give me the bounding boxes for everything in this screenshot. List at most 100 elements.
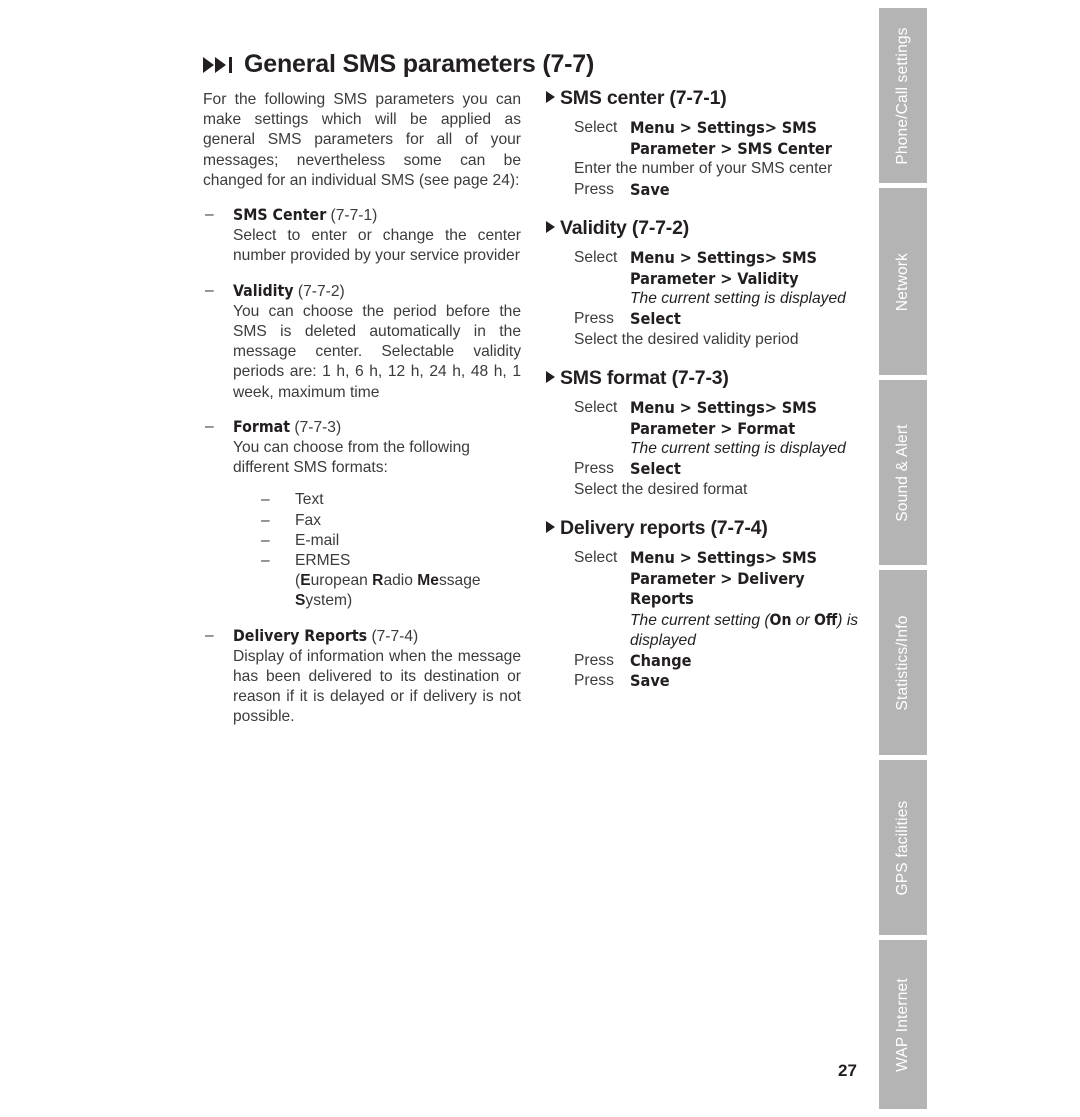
ermes-expansion: (European Radio Message System): [261, 571, 521, 611]
step-verb: Press: [574, 310, 614, 328]
plain-text: ssage: [438, 572, 481, 590]
parameter-ref: (7-7-4): [367, 627, 419, 645]
instruction-step: Select Menu > Settings> SMS Parameter > V…: [574, 248, 862, 289]
chapter-tab-label: Sound & Alert: [894, 423, 911, 522]
softkey-label: Change: [630, 651, 692, 671]
format-option-list: – Text – Fax – E-mail – ERMES (European Radio Me…: [233, 490, 521, 611]
format-option-label: Fax: [295, 511, 321, 529]
chapter-tab-wap-internet[interactable]: WAP Internet: [879, 940, 927, 1109]
section-heading: SMS format (7-7-3): [546, 368, 862, 388]
chapter-tab-gps-facilities[interactable]: GPS facilities: [879, 760, 927, 935]
instruction-step: Select Menu > Settings> SMS Parameter > D…: [574, 548, 862, 610]
section-sms-center-7-7-1: SMS center (7-7-1) Select Menu > Settings>…: [546, 88, 862, 200]
instruction-step: Press Change: [574, 651, 862, 671]
emphasis-text: On: [769, 610, 792, 629]
step-verb: Select: [574, 549, 618, 566]
chapter-tab-phone-call-settings[interactable]: Phone/Call settings: [879, 8, 927, 183]
chapter-tab-network[interactable]: Network: [879, 188, 927, 375]
plain-text: or: [791, 611, 814, 629]
list-dash: –: [205, 281, 214, 299]
step-verb: Press: [574, 460, 614, 478]
step-verb: Select: [574, 399, 618, 416]
softkey-label: Save: [630, 179, 670, 199]
right-triangle-icon: [546, 220, 555, 233]
chapter-tab-label: GPS facilities: [894, 800, 911, 895]
instruction-step: Select Menu > Settings> SMS Parameter > S…: [574, 118, 862, 159]
parameter-name: Delivery Reports: [233, 625, 368, 645]
parameter-item-validity: – Validity (7-7-2) You can choose the peri…: [203, 281, 521, 403]
menu-path: Menu > Settings> SMS Parameter > Format: [630, 398, 817, 438]
parameter-heading: SMS Center (7-7-1): [233, 205, 521, 226]
right-triangle-icon: [546, 91, 555, 103]
instruction-step: Select Menu > Settings> SMS Parameter > F…: [574, 398, 862, 439]
chapter-tab-label: Phone/Call settings: [894, 26, 911, 165]
chapter-tab-label: Statistics/Info: [894, 614, 911, 711]
section-heading: Delivery reports (7-7-4): [546, 518, 862, 538]
step-verb: Press: [574, 672, 614, 690]
plain-text: The current setting (: [630, 611, 770, 629]
instruction-step: Press Select: [574, 309, 862, 329]
list-dash: –: [261, 491, 270, 509]
double-right-arrow-icon: [203, 57, 232, 73]
section-title: Delivery reports (7-7-4): [560, 516, 768, 539]
parameter-heading: Delivery Reports (7-7-4): [233, 626, 521, 647]
parameter-heading: Format (7-7-3): [233, 417, 521, 438]
page-content: General SMS parameters (7-7) For the fol…: [0, 0, 879, 1117]
emphasis-text: E: [300, 572, 311, 590]
instruction-step: Press Save: [574, 671, 862, 691]
list-dash: –: [261, 531, 270, 549]
list-dash: –: [205, 626, 214, 644]
parameter-heading: Validity (7-7-2): [233, 281, 521, 302]
list-dash: –: [205, 206, 214, 224]
section-validity-7-7-2: Validity (7-7-2) Select Menu > Settings> S…: [546, 218, 862, 350]
chapter-tab-statistics-info[interactable]: Statistics/Info: [879, 570, 927, 755]
parameter-item-format: – Format (7-7-3) You can choose from the f…: [203, 417, 521, 612]
format-option-ermes: – ERMES: [261, 551, 521, 571]
parameter-description: You can choose the period before the SMS…: [233, 302, 521, 401]
section-sms-format-7-7-3: SMS format (7-7-3) Select Menu > Settings>…: [546, 368, 862, 500]
page-number: 27: [838, 1061, 857, 1080]
step-verb: Select: [574, 249, 618, 266]
format-option-label: ERMES: [295, 552, 351, 570]
instruction-step: Press Select: [574, 459, 862, 479]
parameter-list: – SMS Center (7-7-1) Select to enter or ch…: [203, 205, 521, 728]
instruction-text: Enter the number of your SMS center: [574, 160, 833, 178]
parameter-description: You can choose from the following differ…: [233, 439, 470, 477]
softkey-label: Select: [630, 309, 681, 329]
section-title: SMS center (7-7-1): [560, 87, 727, 109]
plain-text: uropean: [310, 572, 373, 590]
chapter-tab-label: WAP Internet: [894, 977, 911, 1072]
section-delivery-reports-7-7-4: Delivery reports (7-7-4) Select Menu > Set…: [546, 518, 862, 692]
status-note: The current setting is displayed: [630, 290, 846, 308]
step-verb: Press: [574, 652, 614, 670]
chapter-tab-strip: Phone/Call settings Network Sound & Alert S…: [879, 8, 927, 1109]
instruction-text: Select the desired validity period: [574, 330, 799, 348]
parameter-ref: (7-7-3): [290, 418, 342, 436]
format-option-label: E-mail: [295, 531, 340, 549]
parameter-item-delivery-reports: – Delivery Reports (7-7-4) Display of info…: [203, 626, 521, 728]
document-page: General SMS parameters (7-7) For the fol…: [0, 0, 1080, 1117]
step-verb: Press: [574, 180, 614, 198]
status-note: The current setting is displayed: [630, 440, 846, 458]
parameter-ref: (7-7-1): [326, 207, 378, 225]
chapter-tab-label: Network: [894, 252, 911, 311]
instruction-text: Select the desired format: [574, 480, 748, 498]
emphasis-text: R: [372, 572, 384, 590]
menu-path: Menu > Settings> SMS Parameter > SMS Cen…: [630, 118, 832, 158]
softkey-label: Select: [630, 459, 681, 479]
right-column: SMS center (7-7-1) Select Menu > Settings>…: [546, 88, 862, 710]
chapter-tab-sound-alert[interactable]: Sound & Alert: [879, 380, 927, 565]
list-dash: –: [261, 552, 270, 570]
page-title: General SMS parameters (7-7): [244, 50, 595, 78]
emphasis-text: Me: [417, 572, 439, 590]
left-column: For the following SMS parameters you can…: [203, 90, 521, 728]
emphasis-text: S: [295, 592, 306, 610]
format-option-e-mail: – E-mail: [261, 531, 521, 551]
format-option-label: Text: [295, 491, 324, 509]
list-dash: –: [205, 417, 214, 435]
status-note: The current setting (On or Off) is displ…: [630, 610, 862, 651]
softkey-label: Save: [630, 671, 670, 691]
parameter-name: Validity: [233, 280, 294, 300]
step-verb: Select: [574, 119, 618, 137]
parameter-name: Format: [233, 416, 291, 436]
